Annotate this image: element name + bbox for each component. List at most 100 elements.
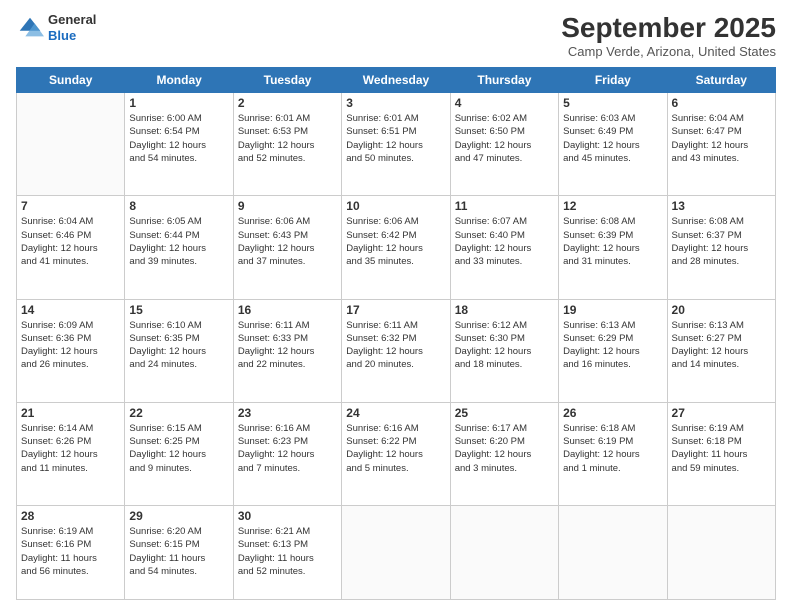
table-row [17,93,125,196]
table-row: 30 Sunrise: 6:21 AM Sunset: 6:13 PM Dayli… [233,506,341,600]
header-tuesday: Tuesday [233,68,341,93]
table-row: 27 Sunrise: 6:19 AM Sunset: 6:18 PM Dayli… [667,402,775,505]
day-number: 24 [346,406,445,420]
month-year-title: September 2025 [561,12,776,44]
day-number: 5 [563,96,662,110]
table-row: 20Sunrise: 6:13 AM Sunset: 6:27 PM Dayli… [667,299,775,402]
day-info: Sunrise: 6:18 AM Sunset: 6:19 PM Dayligh… [563,422,662,475]
day-number: 4 [455,96,554,110]
header-friday: Friday [559,68,667,93]
logo-general: General [48,12,96,28]
day-number: 29 [129,509,228,523]
day-info: Sunrise: 6:04 AM Sunset: 6:46 PM Dayligh… [21,215,120,268]
day-info: Sunrise: 6:11 AM Sunset: 6:32 PM Dayligh… [346,319,445,372]
calendar-week-row: 14 Sunrise: 6:09 AM Sunset: 6:36 PM Dayli… [17,299,776,402]
day-number: 22 [129,406,228,420]
day-number: 27 [672,406,771,420]
table-row: 8 Sunrise: 6:05 AM Sunset: 6:44 PM Daylig… [125,196,233,299]
day-info: Sunrise: 6:06 AM Sunset: 6:43 PM Dayligh… [238,215,337,268]
day-number: 19 [563,303,662,317]
calendar-week-row: 28Sunrise: 6:19 AM Sunset: 6:16 PM Dayli… [17,506,776,600]
day-info: Sunrise: 6:21 AM Sunset: 6:13 PM Dayligh… [238,525,337,578]
day-number: 1 [129,96,228,110]
table-row: 21Sunrise: 6:14 AM Sunset: 6:26 PM Dayli… [17,402,125,505]
calendar-table: Sunday Monday Tuesday Wednesday Thursday… [16,67,776,600]
day-info: Sunrise: 6:16 AM Sunset: 6:22 PM Dayligh… [346,422,445,475]
day-number: 6 [672,96,771,110]
table-row: 18 Sunrise: 6:12 AM Sunset: 6:30 PM Dayli… [450,299,558,402]
day-info: Sunrise: 6:11 AM Sunset: 6:33 PM Dayligh… [238,319,337,372]
day-number: 30 [238,509,337,523]
table-row: 1 Sunrise: 6:00 AM Sunset: 6:54 PM Daylig… [125,93,233,196]
logo-text: General Blue [48,12,96,43]
day-number: 7 [21,199,120,213]
calendar-week-row: 7 Sunrise: 6:04 AM Sunset: 6:46 PM Daylig… [17,196,776,299]
table-row: 25 Sunrise: 6:17 AM Sunset: 6:20 PM Dayli… [450,402,558,505]
day-info: Sunrise: 6:02 AM Sunset: 6:50 PM Dayligh… [455,112,554,165]
logo: General Blue [16,12,96,43]
day-info: Sunrise: 6:16 AM Sunset: 6:23 PM Dayligh… [238,422,337,475]
table-row [342,506,450,600]
day-number: 13 [672,199,771,213]
title-block: September 2025 Camp Verde, Arizona, Unit… [561,12,776,59]
day-info: Sunrise: 6:10 AM Sunset: 6:35 PM Dayligh… [129,319,228,372]
table-row: 12 Sunrise: 6:08 AM Sunset: 6:39 PM Dayli… [559,196,667,299]
day-info: Sunrise: 6:03 AM Sunset: 6:49 PM Dayligh… [563,112,662,165]
header-monday: Monday [125,68,233,93]
day-info: Sunrise: 6:12 AM Sunset: 6:30 PM Dayligh… [455,319,554,372]
logo-icon [16,14,44,42]
day-number: 25 [455,406,554,420]
day-info: Sunrise: 6:13 AM Sunset: 6:29 PM Dayligh… [563,319,662,372]
day-number: 15 [129,303,228,317]
day-info: Sunrise: 6:08 AM Sunset: 6:37 PM Dayligh… [672,215,771,268]
day-info: Sunrise: 6:14 AM Sunset: 6:26 PM Dayligh… [21,422,120,475]
table-row: 29Sunrise: 6:20 AM Sunset: 6:15 PM Dayli… [125,506,233,600]
day-number: 11 [455,199,554,213]
day-info: Sunrise: 6:09 AM Sunset: 6:36 PM Dayligh… [21,319,120,372]
day-number: 8 [129,199,228,213]
day-number: 23 [238,406,337,420]
day-info: Sunrise: 6:08 AM Sunset: 6:39 PM Dayligh… [563,215,662,268]
location-subtitle: Camp Verde, Arizona, United States [561,44,776,59]
table-row [450,506,558,600]
day-number: 9 [238,199,337,213]
header-wednesday: Wednesday [342,68,450,93]
header-thursday: Thursday [450,68,558,93]
day-info: Sunrise: 6:19 AM Sunset: 6:16 PM Dayligh… [21,525,120,578]
day-info: Sunrise: 6:13 AM Sunset: 6:27 PM Dayligh… [672,319,771,372]
day-number: 10 [346,199,445,213]
table-row: 26 Sunrise: 6:18 AM Sunset: 6:19 PM Dayli… [559,402,667,505]
day-info: Sunrise: 6:06 AM Sunset: 6:42 PM Dayligh… [346,215,445,268]
table-row: 17 Sunrise: 6:11 AM Sunset: 6:32 PM Dayli… [342,299,450,402]
table-row [559,506,667,600]
table-row: 2Sunrise: 6:01 AM Sunset: 6:53 PM Daylig… [233,93,341,196]
day-info: Sunrise: 6:19 AM Sunset: 6:18 PM Dayligh… [672,422,771,475]
day-number: 3 [346,96,445,110]
table-row: 6Sunrise: 6:04 AM Sunset: 6:47 PM Daylig… [667,93,775,196]
table-row: 15 Sunrise: 6:10 AM Sunset: 6:35 PM Dayli… [125,299,233,402]
day-info: Sunrise: 6:07 AM Sunset: 6:40 PM Dayligh… [455,215,554,268]
table-row: 11 Sunrise: 6:07 AM Sunset: 6:40 PM Dayli… [450,196,558,299]
day-info: Sunrise: 6:01 AM Sunset: 6:51 PM Dayligh… [346,112,445,165]
table-row: 3 Sunrise: 6:01 AM Sunset: 6:51 PM Daylig… [342,93,450,196]
calendar-week-row: 1 Sunrise: 6:00 AM Sunset: 6:54 PM Daylig… [17,93,776,196]
table-row: 13 Sunrise: 6:08 AM Sunset: 6:37 PM Dayli… [667,196,775,299]
day-info: Sunrise: 6:17 AM Sunset: 6:20 PM Dayligh… [455,422,554,475]
table-row: 28Sunrise: 6:19 AM Sunset: 6:16 PM Dayli… [17,506,125,600]
table-row: 22Sunrise: 6:15 AM Sunset: 6:25 PM Dayli… [125,402,233,505]
table-row: 19 Sunrise: 6:13 AM Sunset: 6:29 PM Dayli… [559,299,667,402]
day-info: Sunrise: 6:00 AM Sunset: 6:54 PM Dayligh… [129,112,228,165]
table-row: 16Sunrise: 6:11 AM Sunset: 6:33 PM Dayli… [233,299,341,402]
table-row: 24 Sunrise: 6:16 AM Sunset: 6:22 PM Dayli… [342,402,450,505]
header-saturday: Saturday [667,68,775,93]
day-number: 17 [346,303,445,317]
header-sunday: Sunday [17,68,125,93]
day-number: 26 [563,406,662,420]
day-number: 12 [563,199,662,213]
day-number: 18 [455,303,554,317]
logo-blue: Blue [48,28,96,44]
day-number: 14 [21,303,120,317]
day-info: Sunrise: 6:05 AM Sunset: 6:44 PM Dayligh… [129,215,228,268]
table-row: 9 Sunrise: 6:06 AM Sunset: 6:43 PM Daylig… [233,196,341,299]
table-row: 23 Sunrise: 6:16 AM Sunset: 6:23 PM Dayli… [233,402,341,505]
